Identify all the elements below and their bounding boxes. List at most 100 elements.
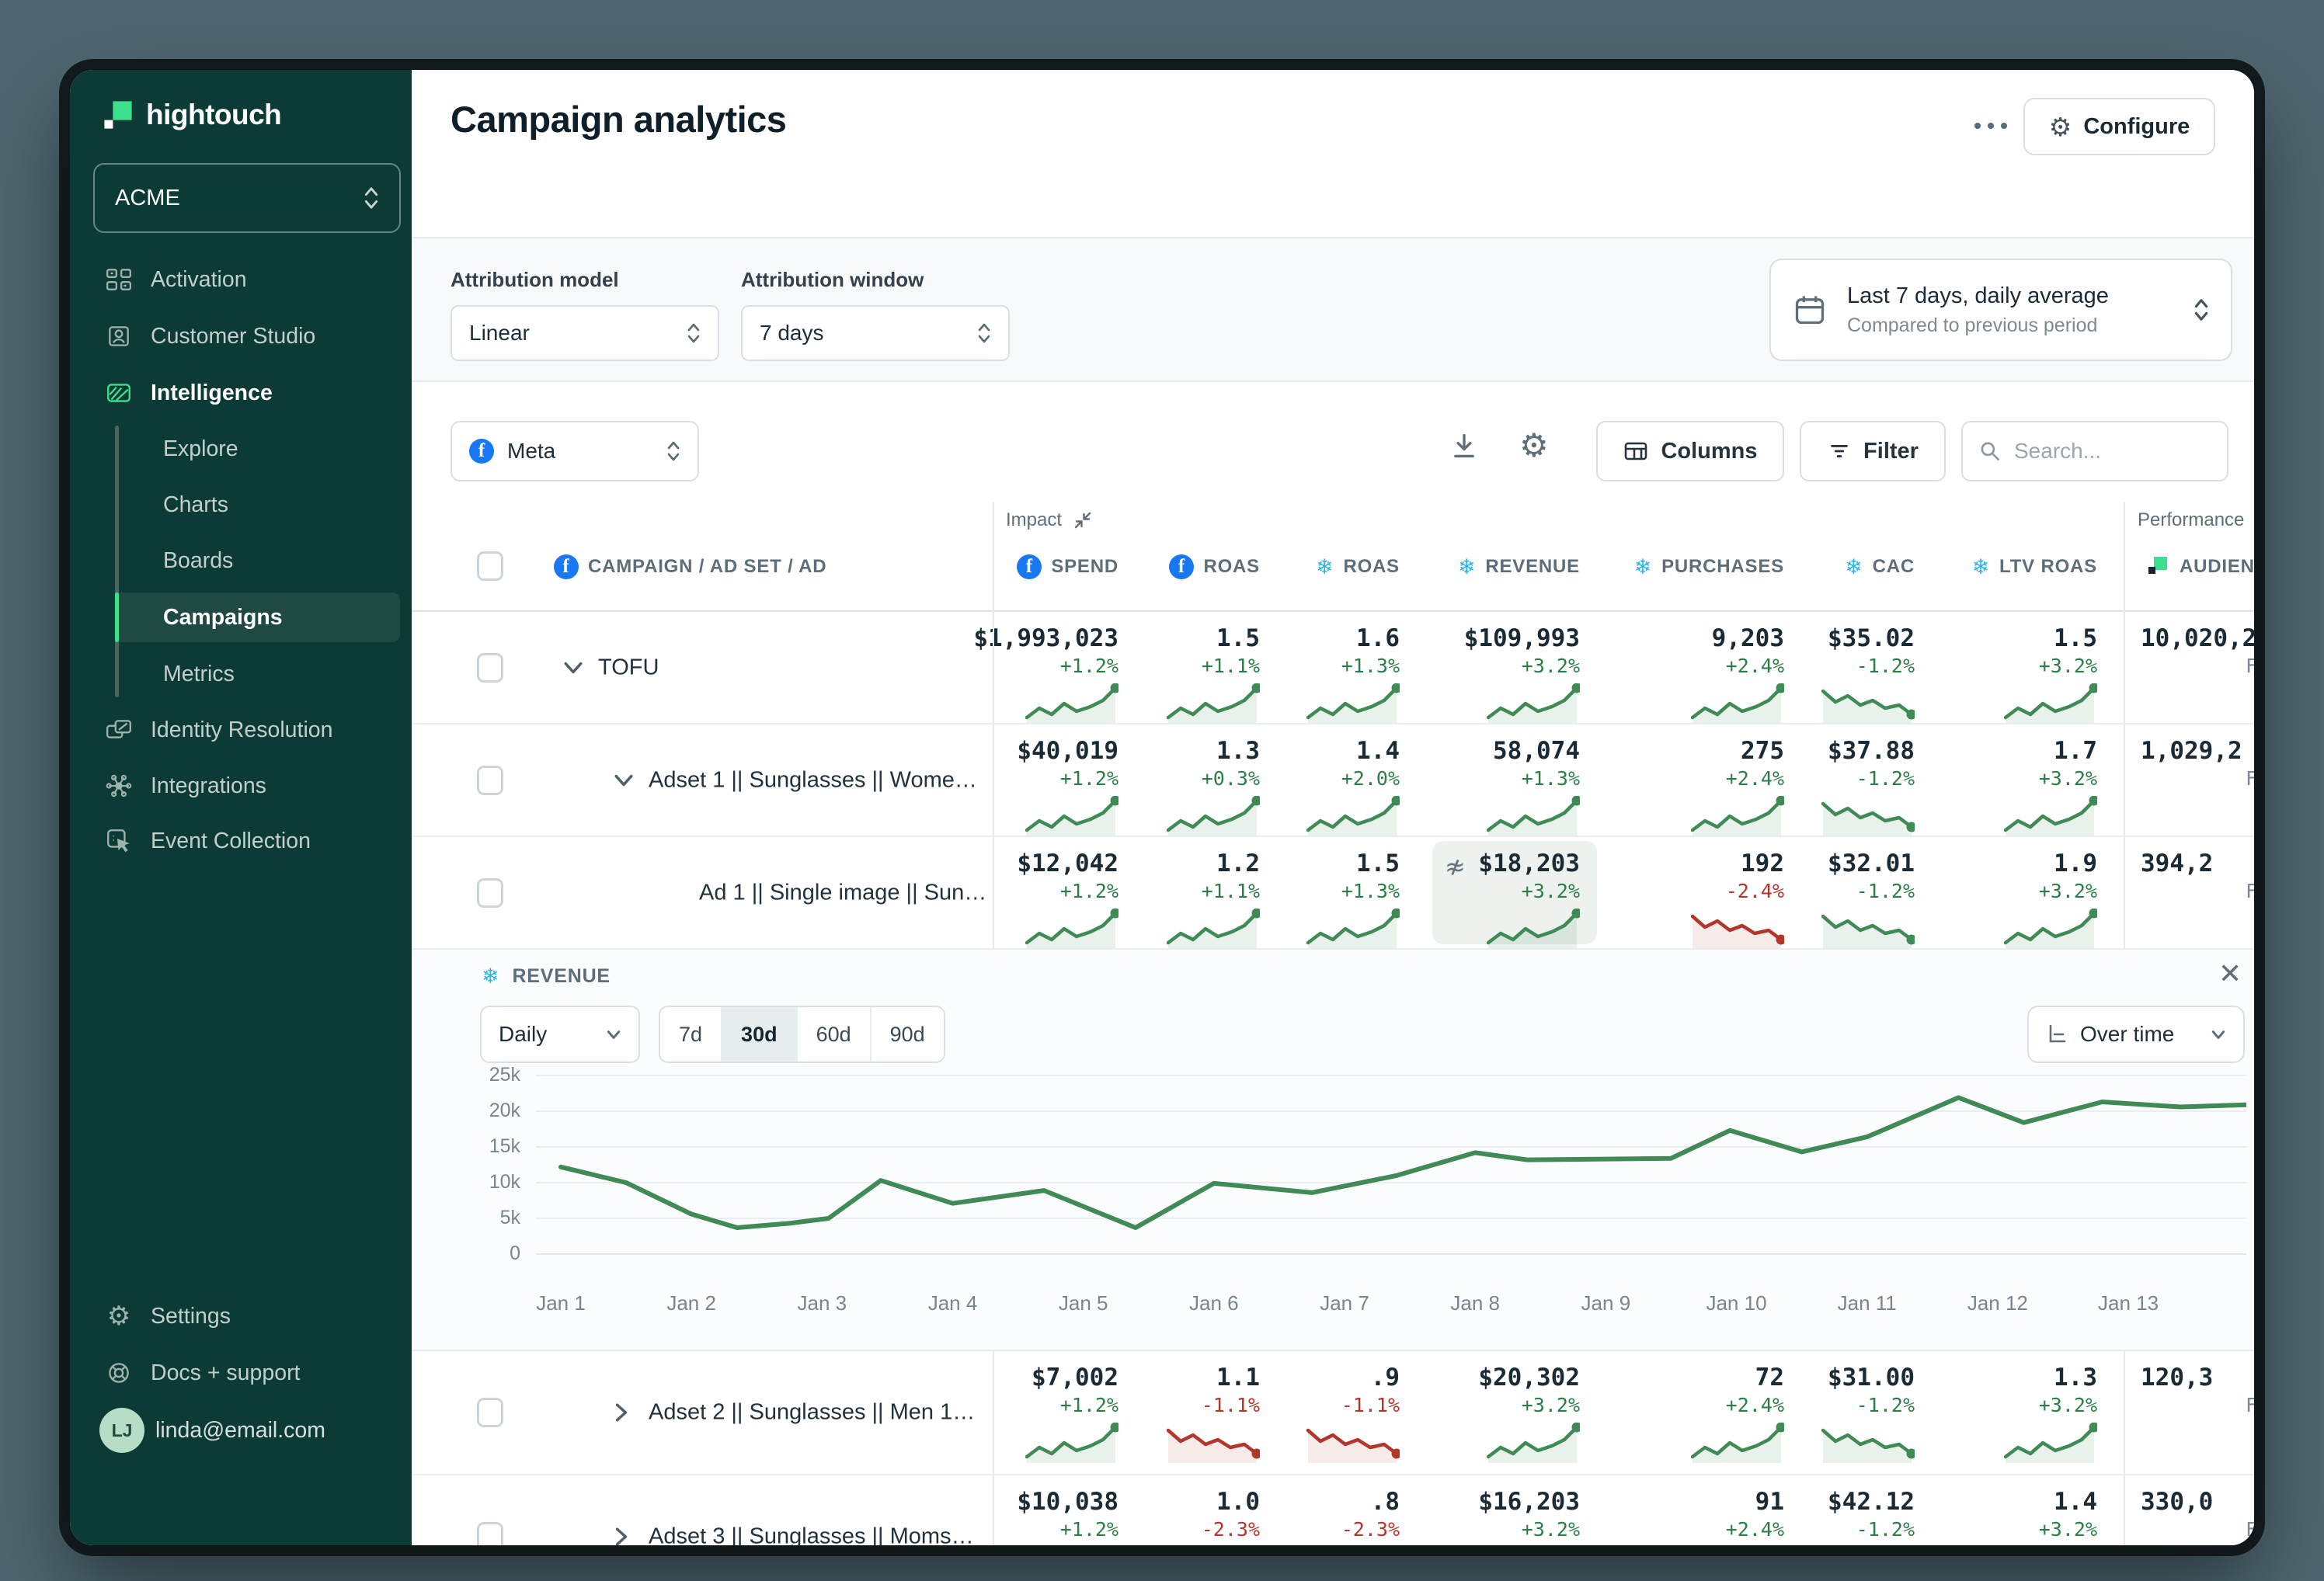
sparkline (1306, 796, 1400, 836)
chevron-right-icon[interactable] (614, 1402, 629, 1423)
table-row[interactable]: TOFU$1,993,023+1.2%1.5+1.1%1.6+1.3%$109,… (412, 612, 2254, 724)
metric-cell: 1.5+3.2% (1919, 612, 2097, 723)
row-name: Adset 2 || Sunglasses || Men 1… (649, 1400, 975, 1426)
attribution-model-select[interactable]: Linear (451, 305, 719, 361)
table-row[interactable]: Adset 1 || Sunglasses || Wome…$40,019+1.… (412, 724, 2254, 837)
page-title: Campaign analytics (451, 98, 786, 141)
sidebar-user[interactable]: LJ linda@email.com (70, 1402, 412, 1458)
sidebar-item-metrics[interactable]: Metrics (70, 649, 412, 699)
sidebar-item-label: Settings (151, 1304, 231, 1329)
event-collection-icon (104, 826, 134, 856)
sidebar-item-campaigns[interactable]: Campaigns (70, 592, 412, 642)
column-header-revenue[interactable]: ❄REVENUE (1370, 542, 1580, 592)
x-axis-tick: Jan 10 (1682, 1291, 1791, 1315)
row-name: Adset 3 || Sunglasses || Moms… (649, 1524, 974, 1546)
attribution-window-select[interactable]: 7 days (741, 305, 1010, 361)
sparkline (1821, 796, 1915, 836)
x-axis-tick: Jan 3 (767, 1291, 876, 1315)
metric-cell: $20,302+3.2% (1401, 1351, 1580, 1474)
row-checkbox[interactable] (477, 1522, 503, 1545)
column-header-cac[interactable]: ❄CAC (1705, 542, 1915, 592)
select-all-checkbox[interactable] (477, 551, 503, 581)
sidebar-item-event-collection[interactable]: Event Collection (70, 816, 412, 866)
range-option-90d[interactable]: 90d (870, 1007, 944, 1062)
sidebar-item-settings[interactable]: ⚙ Settings (70, 1291, 412, 1341)
metric-delta: +3.2% (1522, 655, 1580, 678)
table-gear-button[interactable]: ⚙ (1515, 426, 1553, 465)
range-option-30d[interactable]: 30d (721, 1007, 796, 1062)
sidebar-item-docs-support[interactable]: Docs + support (70, 1348, 412, 1398)
audience-sub: F (2141, 655, 2254, 677)
ellipsis-icon (2001, 123, 2007, 129)
attribution-window-value: 7 days (760, 321, 824, 346)
download-icon (1449, 431, 1479, 460)
workspace-selector[interactable]: ACME (93, 163, 401, 233)
column-header-ltv-roas[interactable]: ❄LTV ROAS (1887, 542, 2097, 592)
collapse-icon[interactable] (1073, 510, 1093, 530)
chevron-down-icon (606, 1027, 621, 1042)
table-row[interactable]: Adset 2 || Sunglasses || Men 1…$7,002+1.… (412, 1351, 2254, 1475)
sidebar-item-label: Charts (163, 492, 228, 518)
search-input[interactable] (2013, 438, 2194, 464)
x-axis-tick: Jan 5 (1029, 1291, 1138, 1315)
chevron-down-icon[interactable] (614, 773, 634, 788)
sidebar-item-boards[interactable]: Boards (70, 536, 412, 585)
metric-value: $18,203 (1478, 850, 1580, 877)
metric-delta: +1.3% (1522, 767, 1580, 790)
chevron-down-icon[interactable] (563, 660, 583, 676)
x-axis-tick: Jan 9 (1551, 1291, 1660, 1315)
attribution-window-label: Attribution window (741, 268, 924, 292)
row-checkbox[interactable] (477, 766, 503, 795)
search-box (1961, 421, 2228, 481)
audience-sub: F (2141, 1518, 2254, 1541)
view-select[interactable]: Over time (2027, 1006, 2245, 1063)
sidebar-item-explore[interactable]: Explore (70, 424, 412, 474)
metric-value: 58,074 (1493, 737, 1580, 765)
avatar: LJ (99, 1408, 144, 1453)
customer-studio-icon (104, 321, 134, 351)
filter-button[interactable]: Filter (1800, 421, 1946, 481)
close-icon[interactable]: ✕ (2214, 957, 2246, 991)
column-header-audience[interactable]: AUDIENCE (2147, 542, 2254, 592)
metric-delta: +3.2% (1522, 1518, 1580, 1541)
column-header-campaign[interactable]: f CAMPAIGN / AD SET / AD (554, 542, 826, 592)
granularity-select[interactable]: Daily (480, 1006, 640, 1063)
metric-cell: $37.88-1.2% (1736, 724, 1915, 836)
sidebar-item-label: Identity Resolution (151, 718, 332, 743)
app-window: hightouch ACME Activation Customer Studi… (70, 70, 2254, 1545)
metric-delta: +3.2% (1522, 880, 1580, 903)
table-row[interactable]: Adset 3 || Sunglasses || Moms…$10,038+1.… (412, 1475, 2254, 1545)
table-row[interactable]: ≉Ad 1 || Single image || Sun…$12,042+1.2… (412, 837, 2254, 950)
x-axis-tick: Jan 6 (1160, 1291, 1268, 1315)
source-select[interactable]: fMeta (451, 421, 699, 481)
metric-cell: 1.4+2.0% (1221, 724, 1400, 836)
sidebar-item-activation[interactable]: Activation (70, 255, 412, 304)
row-checkbox[interactable] (477, 878, 503, 908)
date-range-selector[interactable]: Last 7 days, daily average Compared to p… (1769, 259, 2232, 361)
more-menu-button[interactable] (1961, 107, 2020, 144)
sidebar-item-label: Event Collection (151, 829, 311, 854)
metric-delta: +3.2% (2039, 767, 2097, 790)
configure-button[interactable]: ⚙ Configure (2023, 98, 2215, 155)
row-checkbox[interactable] (477, 653, 503, 683)
snowflake-icon: ❄ (1634, 557, 1652, 578)
main-content: Campaign analytics ⚙ Configure Attributi… (412, 70, 2254, 1545)
range-option-60d[interactable]: 60d (796, 1007, 870, 1062)
sidebar-item-intelligence[interactable]: Intelligence (70, 368, 412, 418)
column-divider (993, 502, 994, 950)
columns-button[interactable]: Columns (1596, 421, 1784, 481)
chevron-right-icon[interactable] (614, 1527, 629, 1545)
docs-support-icon (104, 1358, 134, 1388)
sidebar-item-identity-resolution[interactable]: Identity Resolution (70, 705, 412, 755)
source-value: Meta (507, 439, 555, 464)
metric-cell: $42.12-1.2% (1736, 1475, 1915, 1545)
sidebar-item-integrations[interactable]: Integrations (70, 761, 412, 811)
sidebar-item-charts[interactable]: Charts (70, 480, 412, 530)
hightouch-mark-icon (2147, 555, 2170, 579)
column-header-roas[interactable]: ❄ROAS (1190, 542, 1400, 592)
row-checkbox[interactable] (477, 1398, 503, 1427)
sidebar-item-customer-studio[interactable]: Customer Studio (70, 311, 412, 361)
download-button[interactable] (1445, 430, 1484, 461)
range-option-7d[interactable]: 7d (660, 1007, 721, 1062)
sparkline (1487, 909, 1580, 948)
